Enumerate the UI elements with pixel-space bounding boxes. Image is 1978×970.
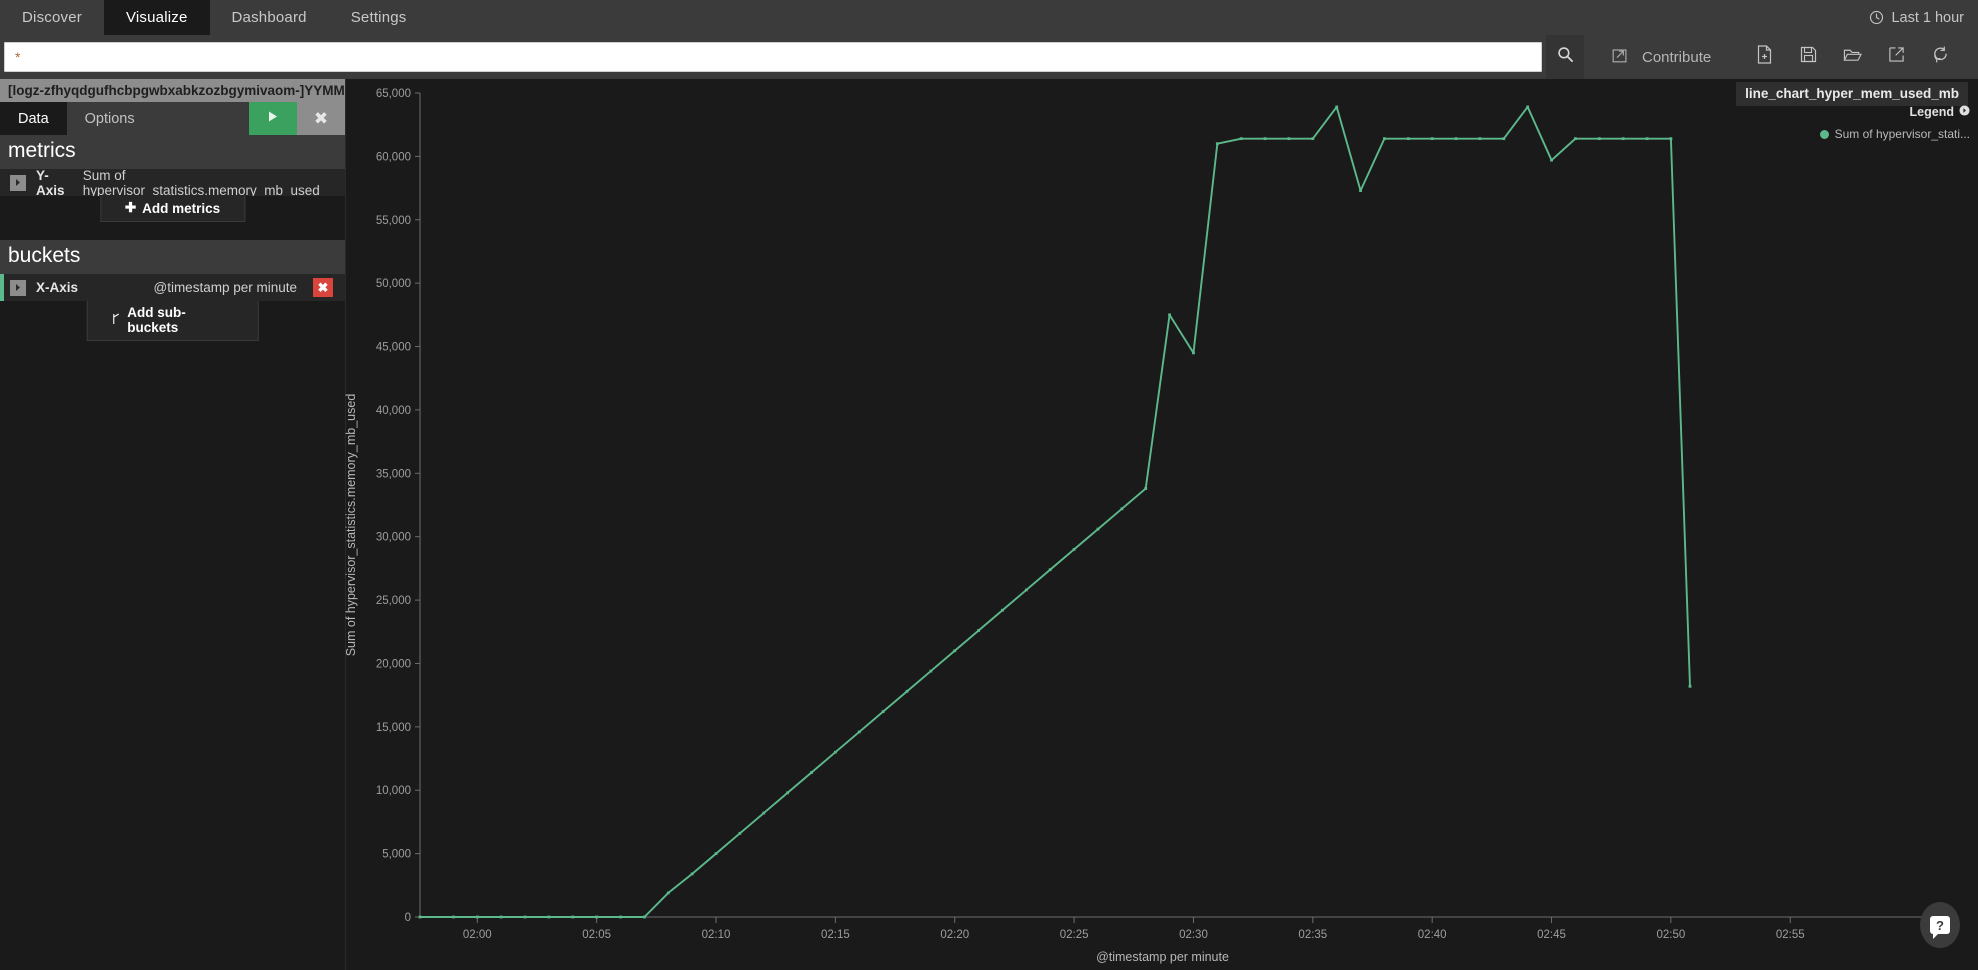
tab-data[interactable]: Data (0, 102, 67, 135)
new-document-icon (1756, 45, 1773, 69)
svg-text:65,000: 65,000 (376, 88, 411, 100)
nav-item-dashboard[interactable]: Dashboard (210, 0, 329, 35)
refresh-icon (1932, 46, 1949, 68)
chart-plot-area: Sum of hypervisor_statistics.memory_mb_u… (344, 79, 1978, 970)
nav-item-label: Visualize (125, 9, 188, 26)
svg-text:02:25: 02:25 (1060, 929, 1089, 941)
kibana-visualize-app: Discover Visualize Dashboard Settings La… (0, 0, 1978, 970)
svg-text:02:00: 02:00 (463, 929, 492, 941)
svg-text:02:15: 02:15 (821, 929, 850, 941)
search-icon (1557, 46, 1574, 68)
floppy-disk-icon (1800, 46, 1817, 68)
buckets-row-label: X-Axis (36, 280, 79, 295)
nav-item-label: Settings (350, 9, 407, 26)
add-metrics-bar: ✚ Add metrics (0, 196, 345, 222)
apply-changes-button[interactable] (249, 102, 297, 135)
tab-label: Data (18, 110, 49, 127)
help-question-icon: ? (1930, 916, 1950, 939)
query-bar: Contribute (0, 35, 1978, 79)
help-button[interactable]: ? (1920, 902, 1960, 948)
nav-item-visualize[interactable]: Visualize (103, 0, 210, 35)
svg-text:0: 0 (405, 912, 411, 924)
tab-label: Options (84, 110, 135, 127)
svg-text:20,000: 20,000 (376, 658, 411, 670)
svg-text:35,000: 35,000 (376, 468, 411, 480)
buckets-row-value: @timestamp per minute (153, 280, 297, 295)
tab-options[interactable]: Options (67, 102, 153, 135)
add-sub-buckets-label: Add sub-buckets (127, 305, 186, 335)
share-external-icon (1888, 46, 1905, 68)
refresh-visualization-button[interactable] (1929, 46, 1951, 68)
share-visualization-button[interactable] (1885, 46, 1907, 68)
contribute-button[interactable]: Contribute (1584, 45, 1731, 69)
nav-item-discover[interactable]: Discover (0, 0, 104, 35)
editor-sidebar: [logz-zfhyqdgufhcbpgwbxabkzozbgymivaom-]… (0, 79, 346, 970)
nav-item-label: Dashboard (231, 9, 307, 26)
add-metrics-button[interactable]: ✚ Add metrics (99, 196, 246, 222)
visualization-panel: line_chart_hyper_mem_used_mb Legend Sum … (344, 79, 1978, 970)
svg-text:15,000: 15,000 (376, 722, 411, 734)
svg-text:02:20: 02:20 (940, 929, 969, 941)
save-visualization-button[interactable] (1797, 46, 1819, 68)
folder-open-icon (1843, 47, 1862, 68)
tabbar-spacer (153, 102, 249, 135)
top-navbar: Discover Visualize Dashboard Settings La… (0, 0, 1978, 35)
search-input[interactable] (4, 42, 1542, 72)
new-visualization-button[interactable] (1753, 45, 1775, 69)
metrics-row-value: Sum of hypervisor_statistics.memory_mb_u… (82, 167, 320, 198)
svg-text:30,000: 30,000 (376, 532, 411, 544)
svg-text:40,000: 40,000 (376, 405, 411, 417)
close-icon: ✖ (313, 108, 329, 128)
add-sub-buckets-button[interactable]: Add sub-buckets (86, 301, 259, 341)
contribute-label: Contribute (1642, 48, 1712, 66)
external-link-square-icon (1610, 45, 1630, 69)
clock-icon (1869, 10, 1884, 25)
buckets-row-x-axis[interactable]: X-Axis @timestamp per minute ✖ (0, 274, 345, 301)
metrics-heading: metrics (0, 135, 345, 169)
load-visualization-button[interactable] (1841, 46, 1863, 68)
chevron-right-icon (10, 279, 26, 296)
nav-item-label: Discover (22, 9, 82, 26)
buckets-heading: buckets (0, 240, 345, 274)
svg-text:02:50: 02:50 (1657, 929, 1686, 941)
editor-tabbar: Data Options ✖ (0, 102, 345, 135)
metrics-row-y-axis[interactable]: Y-Axis Sum of hypervisor_statistics.memo… (0, 167, 345, 198)
branch-icon (111, 313, 121, 328)
svg-text:02:40: 02:40 (1418, 929, 1447, 941)
remove-bucket-button[interactable]: ✖ (313, 278, 333, 297)
time-picker-label: Last 1 hour (1891, 9, 1964, 26)
svg-text:55,000: 55,000 (376, 215, 411, 227)
x-axis-title: @timestamp per minute (1096, 950, 1229, 964)
add-sub-buckets-bar: Add sub-buckets (0, 301, 345, 341)
chevron-right-icon (10, 174, 26, 191)
play-icon (267, 110, 279, 128)
line-chart-svg[interactable]: 0 5,000 10,000 15,000 20,000 25,000 30,000 35,0… (347, 79, 1978, 970)
discard-changes-button[interactable]: ✖ (297, 102, 345, 135)
svg-text:60,000: 60,000 (376, 151, 411, 163)
time-picker[interactable]: Last 1 hour (1869, 0, 1978, 35)
query-input-wrap (0, 42, 1546, 72)
search-button[interactable] (1546, 35, 1584, 79)
add-metrics-label: Add metrics (142, 200, 221, 216)
svg-text:02:45: 02:45 (1537, 929, 1566, 941)
plus-icon: ✚ (124, 200, 137, 215)
svg-text:02:30: 02:30 (1179, 929, 1208, 941)
svg-text:02:55: 02:55 (1776, 929, 1805, 941)
svg-text:02:10: 02:10 (702, 929, 731, 941)
svg-text:50,000: 50,000 (376, 278, 411, 290)
svg-text:5,000: 5,000 (382, 849, 411, 861)
svg-text:45,000: 45,000 (376, 342, 411, 354)
visualization-actions (1731, 45, 1951, 69)
index-pattern-label: [logz-zfhyqdgufhcbpgwbxabkzozbgymivaom-]… (0, 79, 345, 102)
svg-text:02:05: 02:05 (582, 929, 611, 941)
nav-item-settings[interactable]: Settings (329, 0, 429, 35)
metrics-row-label: Y-Axis (36, 167, 65, 198)
svg-text:25,000: 25,000 (376, 595, 411, 607)
svg-text:02:35: 02:35 (1298, 929, 1327, 941)
svg-text:10,000: 10,000 (376, 785, 411, 797)
